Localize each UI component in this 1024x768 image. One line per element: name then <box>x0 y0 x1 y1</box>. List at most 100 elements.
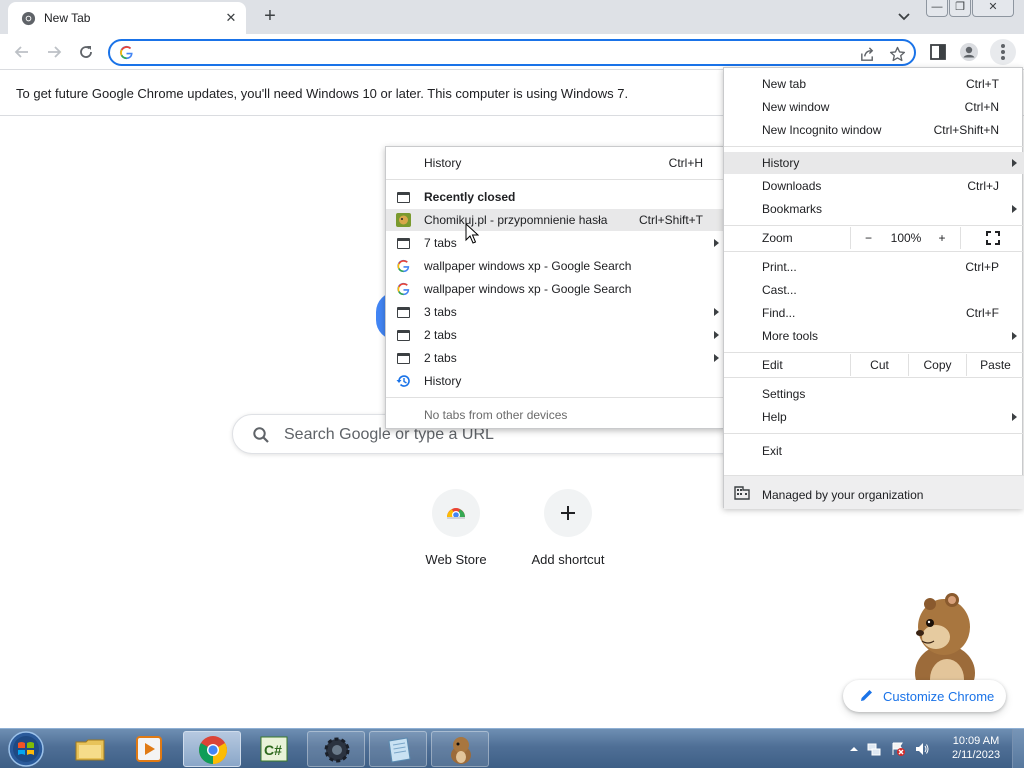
file-explorer-icon <box>75 739 105 761</box>
history-menu-item[interactable]: History Ctrl+H <box>386 152 726 174</box>
tab-close-icon[interactable]: ✕ <box>222 9 240 27</box>
window-icon <box>397 330 410 341</box>
menu-new-incognito-window[interactable]: New Incognito window Ctrl+Shift+N <box>724 119 1024 141</box>
menu-shortcut: Ctrl+J <box>967 179 999 193</box>
shortcut-web-store[interactable]: Web Store <box>406 487 506 577</box>
pencil-icon <box>861 690 872 701</box>
minimize-button[interactable]: — <box>926 0 948 17</box>
cheat-engine-icon <box>324 737 350 763</box>
plus-icon <box>561 506 575 520</box>
zoom-out-button[interactable]: − <box>850 227 886 249</box>
zoom-in-button[interactable]: + <box>926 227 958 249</box>
menu-shortcut: Ctrl+T <box>966 77 999 91</box>
taskbar-clock[interactable]: 10:09 AM 2/11/2023 <box>945 734 1007 762</box>
recently-closed-window[interactable]: 7 tabs <box>386 232 726 254</box>
full-history-item[interactable]: History <box>386 370 726 392</box>
menu-downloads[interactable]: Downloads Ctrl+J <box>724 175 1024 197</box>
recently-closed-item-shortcut: Ctrl+Shift+T <box>638 213 703 227</box>
menu-label: Bookmarks <box>762 202 823 216</box>
menu-label: History <box>762 156 800 170</box>
share-icon[interactable] <box>859 46 876 63</box>
back-button[interactable] <box>10 40 34 64</box>
shortcut-add[interactable]: Add shortcut <box>518 487 618 577</box>
menu-bookmarks[interactable]: Bookmarks <box>724 198 1024 220</box>
taskbar-chrome[interactable] <box>183 731 241 767</box>
fullscreen-button[interactable] <box>960 227 1024 249</box>
menu-help[interactable]: Help <box>724 406 1024 428</box>
cut-button[interactable]: Cut <box>850 354 908 376</box>
copy-button[interactable]: Copy <box>908 354 966 376</box>
menu-edit-row: Edit Cut Copy Paste <box>724 354 1024 376</box>
menu-new-tab[interactable]: New tab Ctrl+T <box>724 73 1024 95</box>
menu-print[interactable]: Print... Ctrl+P <box>724 256 1024 278</box>
recently-closed-item[interactable]: Chomikuj.pl - przypomnienie hasła Ctrl+S… <box>386 209 726 231</box>
forward-button[interactable] <box>42 40 66 64</box>
network-icon[interactable] <box>866 741 882 757</box>
menu-cast[interactable]: Cast... <box>724 279 1024 301</box>
recently-closed-item[interactable]: wallpaper windows xp - Google Search <box>386 278 726 300</box>
reload-icon <box>80 46 92 58</box>
tray-expand-icon[interactable] <box>846 741 862 757</box>
menu-label: Help <box>762 410 787 424</box>
separator <box>724 352 1024 353</box>
omnibox[interactable] <box>108 39 916 66</box>
restore-button[interactable]: ❐ <box>949 0 971 17</box>
hamster-icon <box>451 737 471 764</box>
profile-avatar-icon[interactable] <box>959 42 979 62</box>
chrome-menu-button[interactable] <box>990 39 1016 65</box>
show-desktop-button[interactable] <box>1012 729 1024 768</box>
volume-icon[interactable] <box>914 741 930 757</box>
recently-closed-item[interactable]: wallpaper windows xp - Google Search <box>386 255 726 277</box>
window-icon <box>397 238 410 249</box>
notepad-icon <box>388 737 411 763</box>
history-label: History <box>424 156 462 170</box>
recently-closed-window[interactable]: 2 tabs <box>386 324 726 346</box>
clock-time: 10:09 AM <box>952 735 1000 747</box>
chrome-main-menu: New tab Ctrl+T New window Ctrl+N New Inc… <box>723 67 1024 509</box>
reload-button[interactable] <box>74 40 98 64</box>
taskbar-media-player[interactable] <box>120 731 178 767</box>
menu-settings[interactable]: Settings <box>724 383 1024 405</box>
taskbar-cheat-engine[interactable] <box>307 731 365 767</box>
zoom-level: 100% <box>890 231 922 245</box>
start-button-icon[interactable] <box>6 730 46 768</box>
recently-closed-window[interactable]: 2 tabs <box>386 347 726 369</box>
google-icon <box>397 282 410 296</box>
web-store-icon <box>447 508 465 520</box>
menu-label: Cast... <box>762 283 797 297</box>
google-icon <box>119 45 133 60</box>
menu-shortcut: Ctrl+Shift+N <box>933 123 999 137</box>
omnibox-input[interactable] <box>142 43 842 62</box>
menu-label: Exit <box>762 444 783 458</box>
new-tab-button[interactable]: + <box>258 5 282 29</box>
taskbar-csharp[interactable]: C# <box>245 731 303 767</box>
menu-find[interactable]: Find... Ctrl+F <box>724 302 1024 324</box>
menu-label: Edit <box>762 358 783 372</box>
menu-history[interactable]: History <box>724 152 1024 174</box>
taskbar-file-explorer[interactable] <box>61 731 119 767</box>
menu-more-tools[interactable]: More tools <box>724 325 1024 347</box>
tab-search-chevron-icon[interactable] <box>895 9 913 25</box>
paste-button[interactable]: Paste <box>966 354 1024 376</box>
menu-exit[interactable]: Exit <box>724 440 1024 462</box>
customize-chrome-button[interactable]: Customize Chrome <box>843 680 1006 712</box>
chrome-favicon-icon <box>21 11 36 26</box>
side-panel-icon[interactable] <box>928 42 948 62</box>
recently-closed-item-label: Chomikuj.pl - przypomnienie hasła <box>424 213 608 227</box>
action-center-icon[interactable] <box>890 741 906 757</box>
chrome-icon <box>199 736 227 764</box>
submenu-arrow-icon <box>1012 413 1017 421</box>
menu-new-window[interactable]: New window Ctrl+N <box>724 96 1024 118</box>
mouse-cursor-icon <box>465 223 479 244</box>
close-window-button[interactable]: ✕ <box>972 0 1014 17</box>
recently-closed-window[interactable]: 3 tabs <box>386 301 726 323</box>
submenu-arrow-icon <box>1012 332 1017 340</box>
taskbar-notepad[interactable] <box>369 731 427 767</box>
tab-new-tab[interactable]: New Tab ✕ <box>8 2 246 34</box>
submenu-arrow-icon <box>714 354 719 362</box>
menu-label: Print... <box>762 260 797 274</box>
fullscreen-icon <box>985 231 1000 245</box>
taskbar-hamster-app[interactable] <box>431 731 489 767</box>
bookmark-star-icon[interactable] <box>889 46 906 63</box>
menu-managed-by-org[interactable]: Managed by your organization <box>724 475 1024 509</box>
